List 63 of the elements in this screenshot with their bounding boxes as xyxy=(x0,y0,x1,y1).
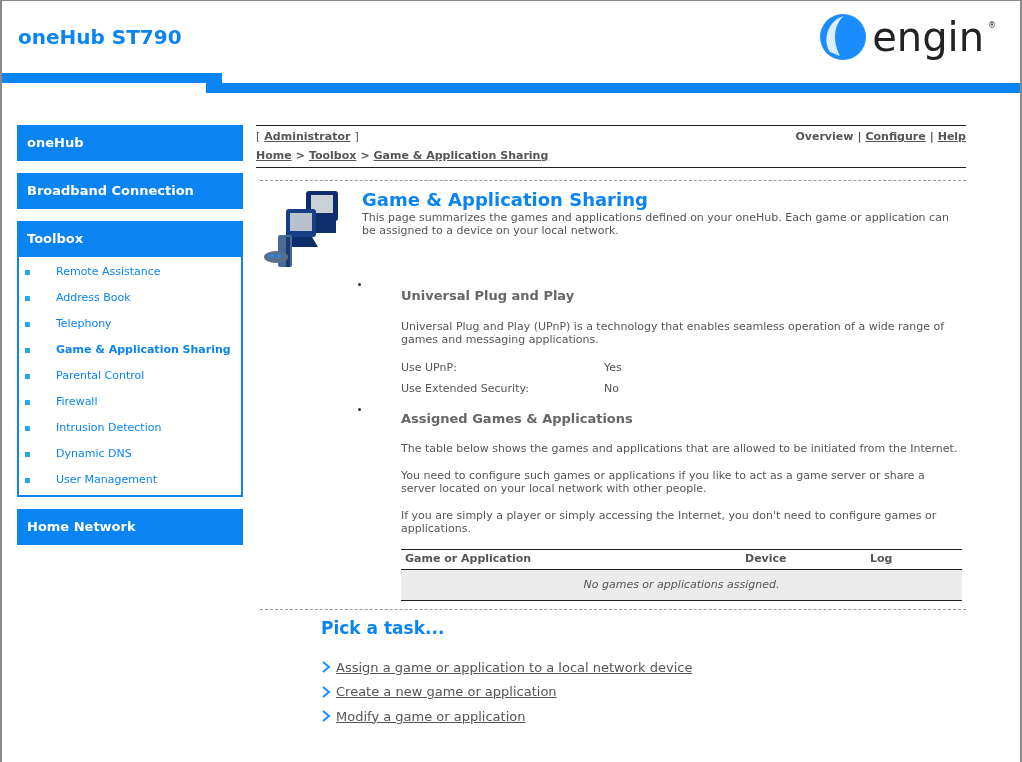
user-link[interactable]: Administrator xyxy=(264,129,351,146)
breadcrumb-separator: > xyxy=(295,147,305,164)
section-paragraph: You need to configure such games or applications if you like to act as a game server or share a server located on your local network with other people. xyxy=(401,469,926,495)
router-title: oneHub ST790 xyxy=(18,24,182,51)
task-link[interactable]: Modify a game or application xyxy=(336,706,526,726)
bullet-icon xyxy=(25,347,30,353)
bracket-text: [ xyxy=(256,129,261,145)
bullet-icon xyxy=(358,407,361,411)
bullet-icon xyxy=(25,451,30,457)
globe-icon xyxy=(818,12,869,62)
sidebar-section[interactable]: Broadband Connection xyxy=(17,173,243,209)
bullet-icon xyxy=(25,321,30,327)
bullet-icon xyxy=(25,477,30,483)
page-description: This page summarizes the games and applications defined on your oneHub. Each game or application can be assigned to a device on your local network. xyxy=(362,211,950,237)
sidebar-item[interactable]: User Management xyxy=(56,471,158,489)
section-description: Universal Plug and Play (UPnP) is a technology that enables seamless operation of a wide range of games and messaging applications. xyxy=(401,319,946,346)
chevron-icon xyxy=(321,661,331,674)
nav-link[interactable]: Overview xyxy=(795,129,854,146)
section-paragraph: The table below shows the games and applications that are allowed to be initiated from the Internet. xyxy=(401,442,959,455)
setting-value: Yes xyxy=(604,359,622,376)
column-header: Log xyxy=(870,551,893,568)
chevron-icon xyxy=(321,685,331,698)
empty-table-message: No games or applications assigned. xyxy=(583,576,780,593)
sidebar-item[interactable]: Game & Application Sharing xyxy=(56,341,231,359)
sidebar-item[interactable]: Firewall xyxy=(56,393,98,411)
column-header: Game or Application xyxy=(405,551,533,568)
sidebar-section[interactable]: Home Network xyxy=(17,509,243,545)
tasks-title: Pick a task... xyxy=(321,617,446,640)
task-link[interactable]: Create a new game or application xyxy=(336,682,557,702)
section-paragraph: If you are simply a player or simply accessing the Internet, you don't need to configure games or applications. xyxy=(401,509,938,535)
nav-link[interactable]: Configure xyxy=(865,129,926,146)
bracket-text: ] xyxy=(354,129,359,145)
bullet-icon xyxy=(25,399,30,405)
breadcrumb-link[interactable]: Toolbox xyxy=(308,147,357,164)
bullet-icon xyxy=(25,425,30,431)
task-link[interactable]: Assign a game or application to a local network device xyxy=(336,657,693,677)
setting-label: Use UPnP: xyxy=(401,359,458,376)
sidebar-item[interactable]: Dynamic DNS xyxy=(56,445,132,463)
section-heading: Universal Plug and Play xyxy=(401,287,575,305)
nav-separator: | xyxy=(929,129,934,145)
sidebar-section[interactable]: Toolbox xyxy=(17,221,243,257)
setting-label: Use Extended Security: xyxy=(401,381,530,397)
section-heading: Assigned Games & Applications xyxy=(401,409,633,428)
nav-link[interactable]: Help xyxy=(937,129,966,146)
sidebar-section[interactable]: oneHub xyxy=(17,125,243,161)
sidebar-item[interactable]: Remote Assistance xyxy=(56,263,161,281)
breadcrumb-link[interactable]: Home xyxy=(256,147,292,164)
bullet-icon xyxy=(25,295,30,301)
chevron-icon xyxy=(321,710,331,723)
column-header: Device xyxy=(745,551,788,568)
setting-value: No xyxy=(604,381,619,397)
page-title: Game & Application Sharing xyxy=(362,189,649,211)
sidebar-item[interactable]: Intrusion Detection xyxy=(56,419,162,437)
bullet-icon xyxy=(25,373,30,379)
bullet-icon xyxy=(358,283,361,286)
breadcrumb-separator: > xyxy=(360,147,370,164)
sidebar-item[interactable]: Parental Control xyxy=(56,367,145,385)
sidebar-item[interactable]: Address Book xyxy=(56,289,131,307)
registered-mark: ® xyxy=(988,20,996,32)
breadcrumb-link[interactable]: Game & Application Sharing xyxy=(373,147,549,164)
sidebar-item[interactable]: Telephony xyxy=(56,315,112,333)
bullet-icon xyxy=(25,269,30,275)
nav-separator: | xyxy=(857,129,862,145)
